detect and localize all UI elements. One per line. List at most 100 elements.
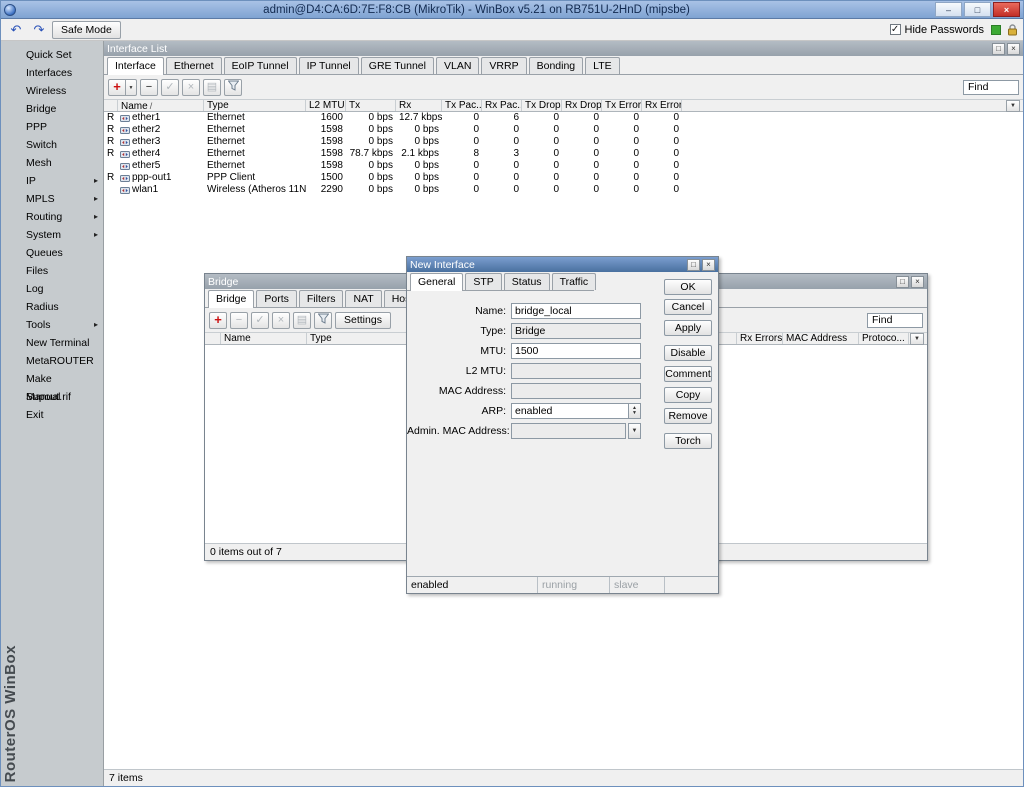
- find-input[interactable]: Find: [963, 80, 1019, 95]
- add-dropdown-icon[interactable]: ▼: [126, 79, 137, 96]
- new-interface-close-button[interactable]: ×: [702, 259, 715, 271]
- bridge-tab-filters[interactable]: Filters: [299, 290, 344, 307]
- interface-row[interactable]: wlan1Wireless (Atheros 11N)22900 bps0 bp…: [104, 184, 1023, 196]
- filter-button[interactable]: [224, 79, 242, 96]
- column-tx-errors[interactable]: Tx Errors: [602, 100, 642, 111]
- bridge-column-mac-address[interactable]: MAC Address: [783, 333, 859, 344]
- maximize-button[interactable]: □: [964, 2, 991, 17]
- bridge-disable-button[interactable]: ×: [272, 312, 290, 329]
- tab-lte[interactable]: LTE: [585, 57, 619, 74]
- sidebar-item-manual[interactable]: Manual: [1, 388, 103, 406]
- sidebar-item-routing[interactable]: Routing▸: [1, 208, 103, 226]
- add-icon[interactable]: +: [108, 79, 126, 96]
- bridge-column-rx-errors[interactable]: Rx Errors: [737, 333, 783, 344]
- tab-eoip-tunnel[interactable]: EoIP Tunnel: [224, 57, 297, 74]
- bridge-restore-button[interactable]: □: [896, 276, 909, 288]
- disable-button[interactable]: Disable: [664, 345, 712, 361]
- interface-list-titlebar[interactable]: Interface List □ ×: [104, 41, 1023, 56]
- column-rx[interactable]: Rx: [396, 100, 442, 111]
- redo-button[interactable]: ↷: [29, 21, 49, 39]
- comment-button[interactable]: Comment: [664, 366, 712, 382]
- column-type[interactable]: Type: [204, 100, 306, 111]
- cancel-button[interactable]: Cancel: [664, 299, 712, 315]
- close-button[interactable]: ×: [993, 2, 1020, 17]
- column-rx-errors[interactable]: Rx Errors: [642, 100, 682, 111]
- dialog-tab-status[interactable]: Status: [504, 273, 550, 290]
- tab-bonding[interactable]: Bonding: [529, 57, 584, 74]
- interface-row[interactable]: Rppp-out1PPP Client15000 bps0 bps000000: [104, 172, 1023, 184]
- bridge-column-name[interactable]: Name: [221, 333, 307, 344]
- comment-button[interactable]: ▤: [203, 79, 221, 96]
- new-interface-restore-button[interactable]: □: [687, 259, 700, 271]
- column-rx-packets[interactable]: Rx Pac...: [482, 100, 522, 111]
- tab-vlan[interactable]: VLAN: [436, 57, 479, 74]
- interface-row[interactable]: Rether2Ethernet15980 bps0 bps000000: [104, 124, 1023, 136]
- column-name[interactable]: Name/: [118, 100, 204, 111]
- tab-vrrp[interactable]: VRRP: [481, 57, 526, 74]
- bridge-tab-nat[interactable]: NAT: [345, 290, 381, 307]
- bridge-settings-button[interactable]: Settings: [335, 312, 391, 329]
- sidebar-item-ppp[interactable]: PPP: [1, 118, 103, 136]
- sidebar-item-wireless[interactable]: Wireless: [1, 82, 103, 100]
- sidebar-item-log[interactable]: Log: [1, 280, 103, 298]
- dialog-tab-general[interactable]: General: [410, 273, 463, 291]
- sidebar-item-interfaces[interactable]: Interfaces: [1, 64, 103, 82]
- sidebar-item-switch[interactable]: Switch: [1, 136, 103, 154]
- column-rx-drops[interactable]: Rx Drops: [562, 100, 602, 111]
- tab-ip-tunnel[interactable]: IP Tunnel: [299, 57, 359, 74]
- sidebar-item-radius[interactable]: Radius: [1, 298, 103, 316]
- interface-row[interactable]: ether5Ethernet15980 bps0 bps000000: [104, 160, 1023, 172]
- tab-interface[interactable]: Interface: [107, 57, 164, 75]
- sidebar-item-tools[interactable]: Tools▸: [1, 316, 103, 334]
- bridge-column-selector-button[interactable]: ▼: [910, 333, 924, 345]
- name-input[interactable]: [511, 303, 641, 319]
- interface-row[interactable]: Rether1Ethernet16000 bps12.7 kbps060000: [104, 112, 1023, 124]
- sidebar-item-metarouter[interactable]: MetaROUTER: [1, 352, 103, 370]
- sidebar-item-files[interactable]: Files: [1, 262, 103, 280]
- admin-mac-dropdown-button[interactable]: ▼: [628, 423, 641, 439]
- bridge-find-input[interactable]: Find: [867, 313, 923, 328]
- sidebar-item-queues[interactable]: Queues: [1, 244, 103, 262]
- bridge-enable-button[interactable]: ✓: [251, 312, 269, 329]
- remove-button[interactable]: −: [140, 79, 158, 96]
- interface-row[interactable]: Rether3Ethernet15980 bps0 bps000000: [104, 136, 1023, 148]
- mtu-input[interactable]: [511, 343, 641, 359]
- sidebar-item-ip[interactable]: IP▸: [1, 172, 103, 190]
- column-l2mtu[interactable]: L2 MTU: [306, 100, 346, 111]
- dialog-tab-stp[interactable]: STP: [465, 273, 501, 290]
- sidebar-item-bridge[interactable]: Bridge: [1, 100, 103, 118]
- sidebar-item-quick-set[interactable]: Quick Set: [1, 46, 103, 64]
- column-tx-packets[interactable]: Tx Pac...: [442, 100, 482, 111]
- bridge-close-button[interactable]: ×: [911, 276, 924, 288]
- interface-row[interactable]: Rether4Ethernet159878.7 kbps2.1 kbps8300…: [104, 148, 1023, 160]
- bridge-filter-button[interactable]: [314, 312, 332, 329]
- tab-gre-tunnel[interactable]: GRE Tunnel: [361, 57, 434, 74]
- bridge-tab-bridge[interactable]: Bridge: [208, 290, 254, 308]
- bridge-comment-button[interactable]: ▤: [293, 312, 311, 329]
- sidebar-item-exit[interactable]: Exit: [1, 406, 103, 424]
- disable-button[interactable]: ×: [182, 79, 200, 96]
- ok-button[interactable]: OK: [664, 279, 712, 295]
- interface-list-close-button[interactable]: ×: [1007, 43, 1020, 55]
- dialog-tab-traffic[interactable]: Traffic: [552, 273, 597, 290]
- tab-ethernet[interactable]: Ethernet: [166, 57, 222, 74]
- bridge-tab-ports[interactable]: Ports: [256, 290, 297, 307]
- copy-button[interactable]: Copy: [664, 387, 712, 403]
- torch-button[interactable]: Torch: [664, 433, 712, 449]
- arp-spinner[interactable]: ▲ ▼: [628, 403, 641, 419]
- hide-passwords-checkbox[interactable]: ✓ Hide Passwords: [890, 24, 984, 36]
- sidebar-item-new-terminal[interactable]: New Terminal: [1, 334, 103, 352]
- bridge-add-button[interactable]: +: [209, 312, 227, 329]
- column-tx-drops[interactable]: Tx Drops: [522, 100, 562, 111]
- sidebar-item-mpls[interactable]: MPLS▸: [1, 190, 103, 208]
- sidebar-item-make-supout-rif[interactable]: Make Supout.rif: [1, 370, 103, 388]
- undo-button[interactable]: ↶: [6, 21, 26, 39]
- safe-mode-button[interactable]: Safe Mode: [52, 21, 121, 39]
- minimize-button[interactable]: –: [935, 2, 962, 17]
- enable-button[interactable]: ✓: [161, 79, 179, 96]
- bridge-remove-button[interactable]: −: [230, 312, 248, 329]
- add-interface-split-button[interactable]: + ▼: [108, 79, 137, 96]
- bridge-column-flags[interactable]: [205, 333, 221, 344]
- apply-button[interactable]: Apply: [664, 320, 712, 336]
- arp-select[interactable]: enabled ▲ ▼: [511, 403, 641, 419]
